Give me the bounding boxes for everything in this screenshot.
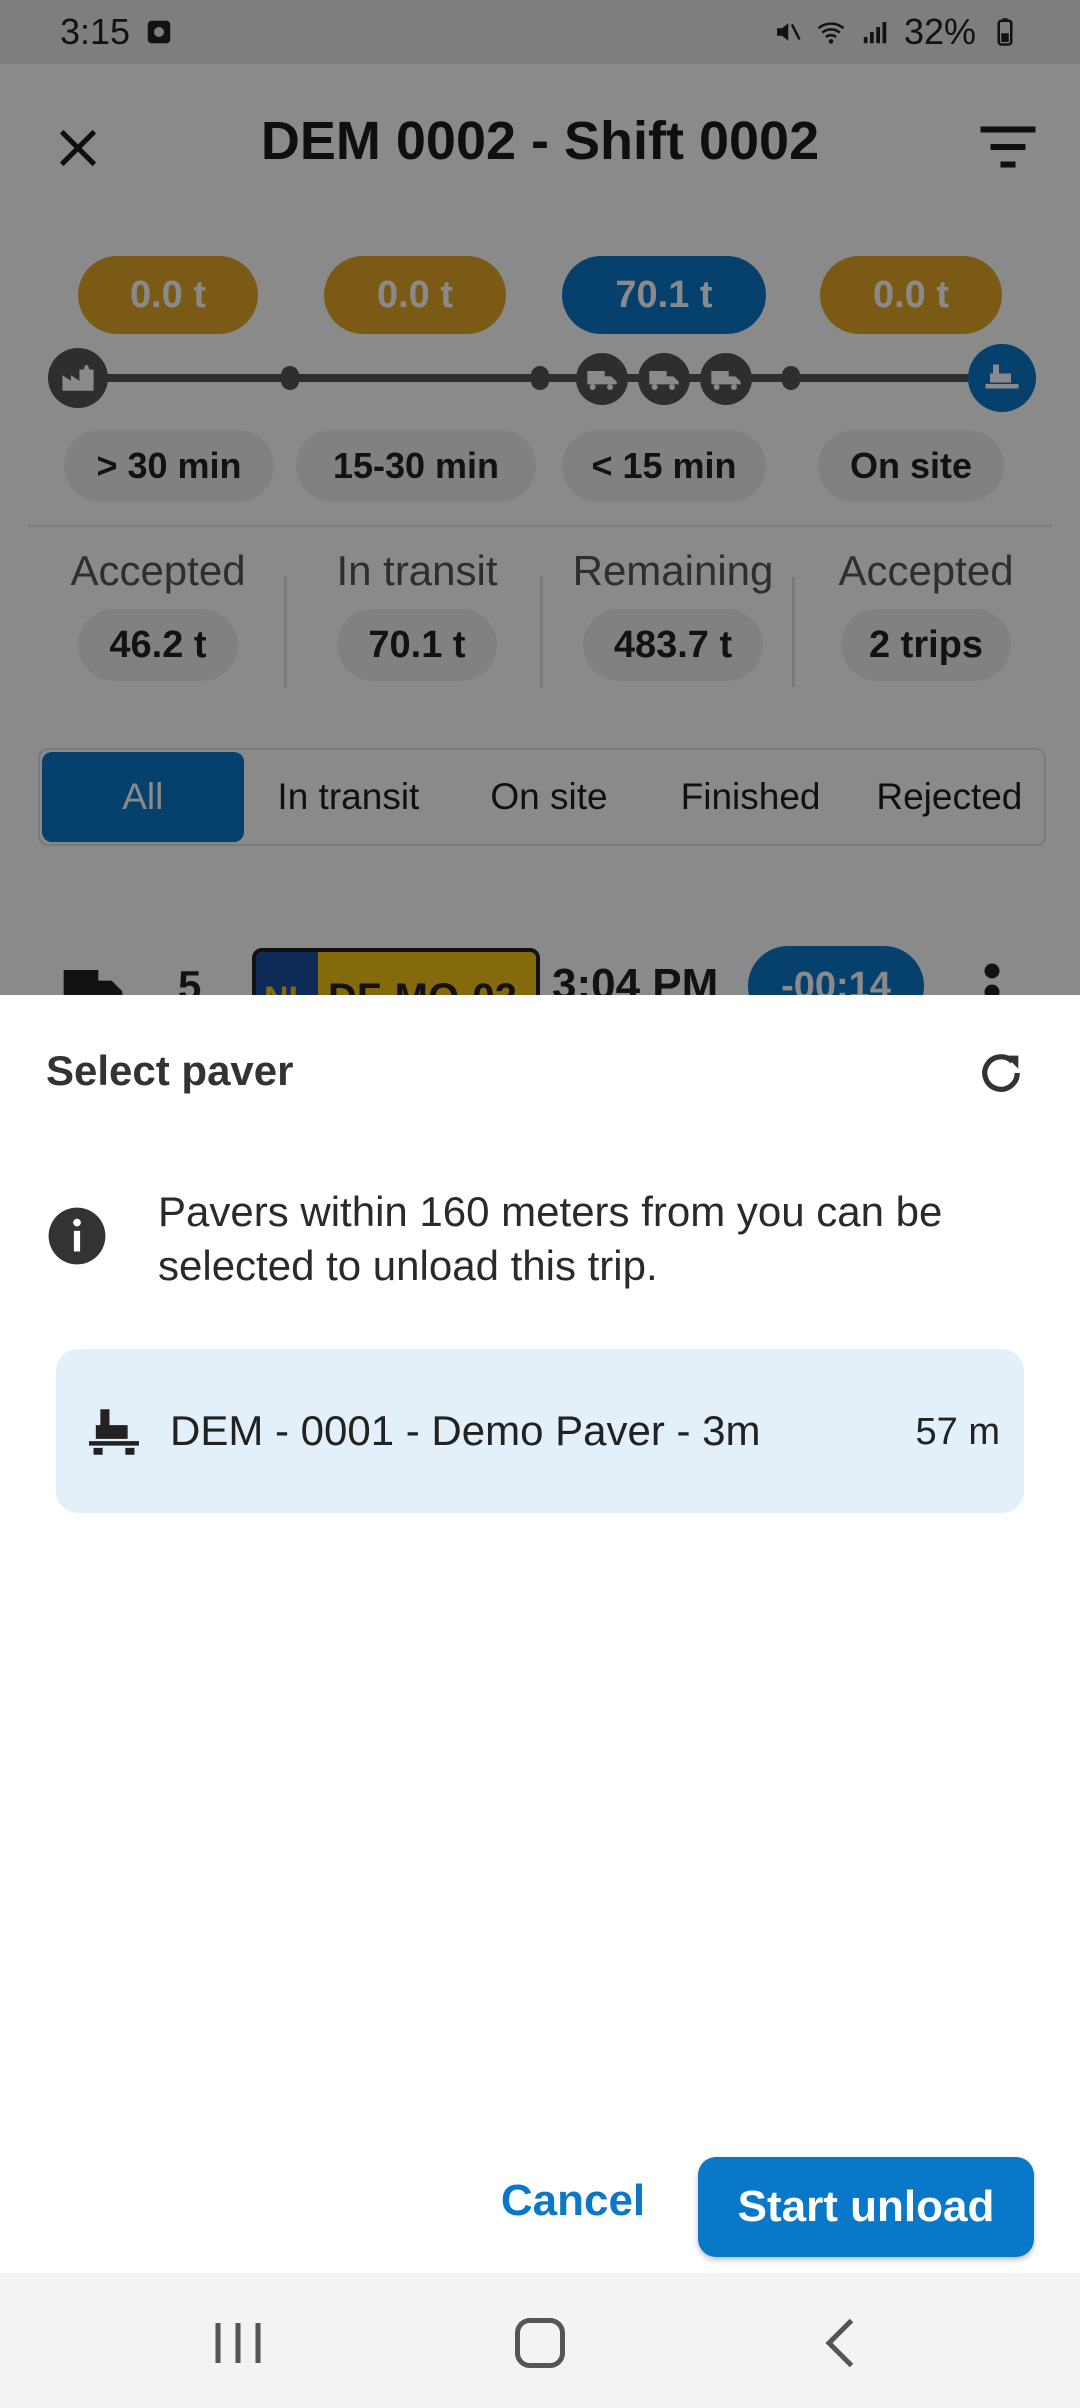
paver-name: DEM - 0001 - Demo Paver - 3m [170,1407,761,1454]
start-unload-button[interactable]: Start unload [698,2157,1034,2257]
back-icon[interactable] [814,2315,874,2371]
system-nav-bar [0,2273,1080,2408]
paver-distance: 57 m [915,1411,1000,1453]
cancel-button[interactable]: Cancel [492,2153,654,2249]
home-icon[interactable] [510,2315,570,2371]
paver-list-item[interactable]: DEM - 0001 - Demo Paver - 3m 57 m [56,1349,1024,1513]
select-paver-sheet: Select paver Pavers within 160 meters fr… [0,995,1080,2273]
paver-icon [89,1409,139,1455]
recent-apps-icon[interactable] [208,2315,268,2371]
refresh-icon[interactable] [975,1047,1027,1099]
modal-scrim[interactable] [0,0,1080,995]
info-icon [48,1207,106,1265]
info-message: Pavers within 160 meters from you can be… [158,1188,943,1289]
sheet-title: Select paver [46,1047,294,1094]
